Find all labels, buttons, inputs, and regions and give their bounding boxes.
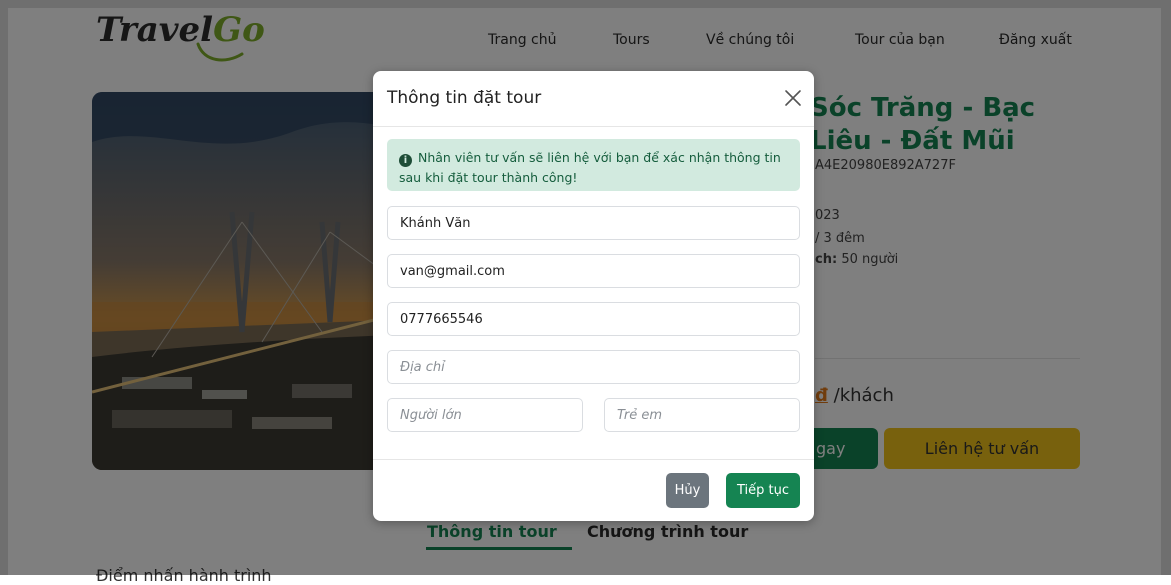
name-field[interactable] [387,206,800,240]
close-icon[interactable] [782,87,804,109]
modal-header-divider [373,126,814,127]
alert-text: Nhân viên tư vấn sẽ liên hệ với bạn để x… [399,150,781,185]
window-frame-left [0,0,8,575]
booking-modal: Thông tin đặt tour i Nhân viên tư vấn sẽ … [373,71,814,521]
adults-field[interactable] [387,398,583,432]
cancel-button[interactable]: Hủy [666,473,709,508]
window-frame-top [0,0,1171,8]
email-field[interactable] [387,254,800,288]
modal-footer-divider [373,459,814,460]
window-frame-right [1161,0,1171,575]
continue-button[interactable]: Tiếp tục [726,473,800,508]
phone-field[interactable] [387,302,800,336]
info-alert: i Nhân viên tư vấn sẽ liên hệ với bạn để … [387,139,800,191]
address-field[interactable] [387,350,800,384]
info-circle-icon: i [399,154,412,167]
children-field[interactable] [604,398,800,432]
modal-title: Thông tin đặt tour [387,88,542,108]
